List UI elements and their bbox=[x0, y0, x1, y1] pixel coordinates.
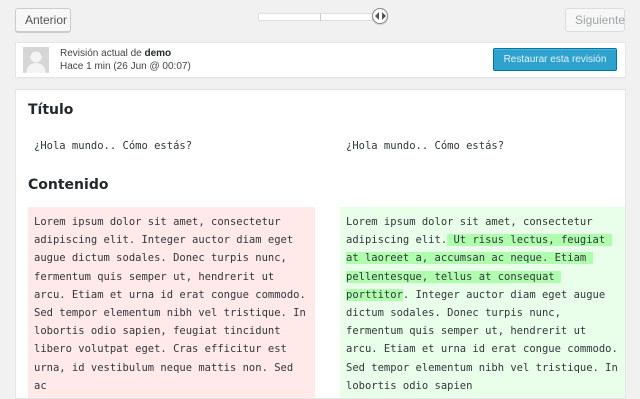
previous-button[interactable]: Anterior bbox=[15, 8, 71, 32]
revision-meta: Revisión actual de demo Hace 1 min (26 J… bbox=[15, 42, 626, 78]
revision-author-line: Revisión actual de demo bbox=[60, 48, 171, 59]
title-heading: Título bbox=[28, 102, 74, 118]
revision-navigation: Anterior Siguiente bbox=[0, 0, 640, 40]
user-silhouette-icon bbox=[23, 47, 49, 73]
restore-revision-button[interactable]: Restaurar esta revisión bbox=[493, 48, 617, 71]
title-new: ¿Hola mundo.. Cómo estás? bbox=[346, 140, 505, 152]
title-old: ¿Hola mundo.. Cómo estás? bbox=[34, 140, 193, 152]
next-button[interactable]: Siguiente bbox=[565, 8, 625, 32]
content-new-added: Lorem ipsum dolor sit amet, consectetur … bbox=[340, 207, 625, 398]
slider-track[interactable] bbox=[258, 13, 373, 21]
content-old-text: Lorem ipsum dolor sit amet, consectetur … bbox=[34, 216, 313, 392]
slider-tick bbox=[320, 13, 321, 21]
revision-label: Revisión actual de bbox=[60, 48, 145, 59]
revision-diff: Título ¿Hola mundo.. Cómo estás? ¿Hola m… bbox=[15, 89, 626, 399]
avatar bbox=[23, 47, 49, 73]
arrows-left-right-icon bbox=[375, 12, 386, 20]
revision-time: Hace 1 min (26 Jun @ 00:07) bbox=[60, 61, 191, 72]
content-old-deleted: Lorem ipsum dolor sit amet, consectetur … bbox=[28, 207, 315, 398]
revision-author: demo bbox=[144, 48, 172, 59]
revision-slider[interactable] bbox=[258, 8, 388, 24]
content-new-unchanged-end: . Integer auctor diam eget augue dictum … bbox=[346, 288, 625, 392]
content-heading: Contenido bbox=[28, 177, 109, 193]
slider-handle[interactable] bbox=[372, 8, 388, 24]
content-new-text: Lorem ipsum dolor sit amet, consectetur … bbox=[346, 213, 621, 395]
